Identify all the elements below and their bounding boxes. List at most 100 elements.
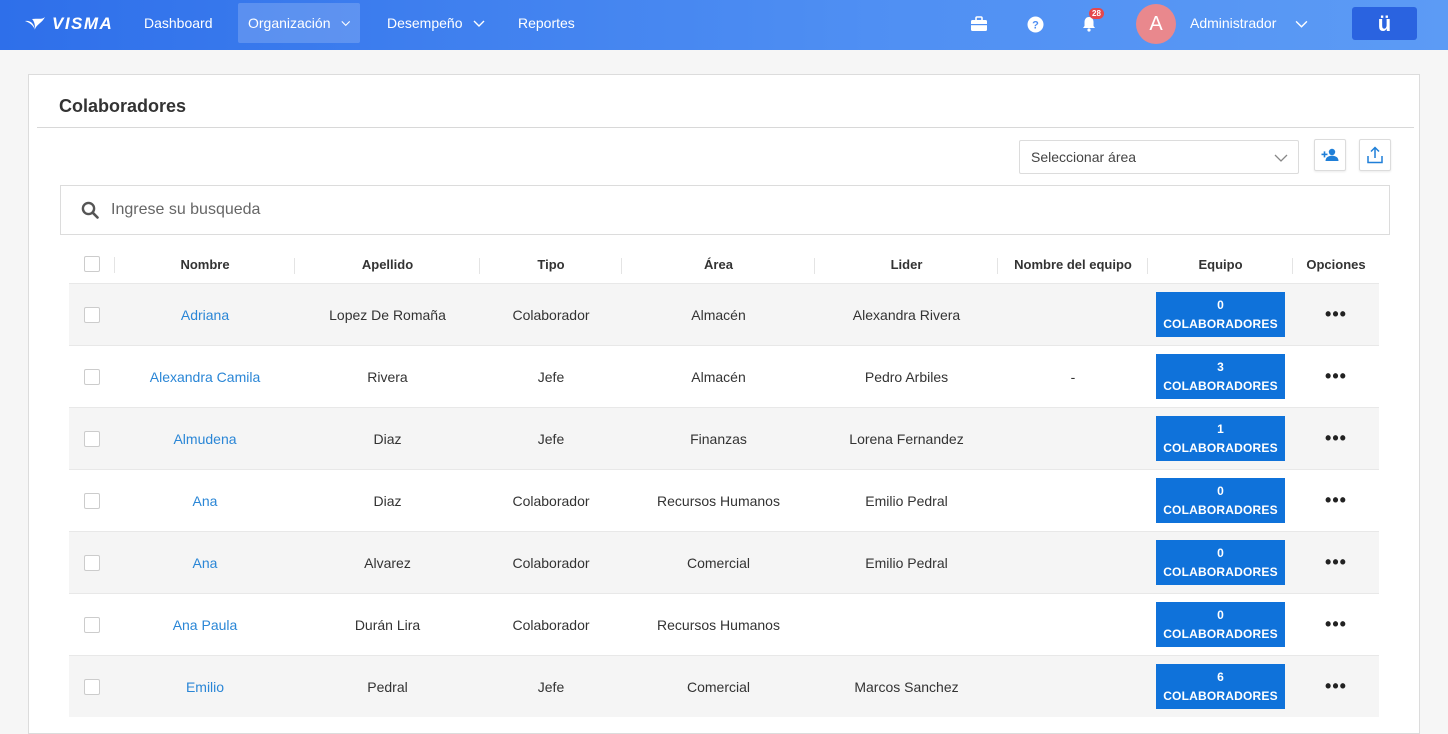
row-checkbox[interactable] xyxy=(84,616,100,633)
more-options-icon[interactable]: ••• xyxy=(1325,428,1347,448)
app-switcher-button[interactable]: ü xyxy=(1352,7,1417,40)
table-body: Adriana Lopez De Romaña Colaborador Almacén… xyxy=(69,283,1379,717)
more-options-icon[interactable]: ••• xyxy=(1325,552,1347,572)
nav-reportes-label: Reportes xyxy=(518,15,575,31)
chevron-down-icon[interactable] xyxy=(1295,17,1308,30)
cell-tipo: Colaborador xyxy=(512,616,590,633)
row-checkbox[interactable] xyxy=(84,554,100,571)
row-checkbox[interactable] xyxy=(84,430,100,447)
header-apellido[interactable]: Apellido xyxy=(295,257,480,274)
cell-nombre-link[interactable]: Adriana xyxy=(115,307,295,323)
avatar[interactable]: A xyxy=(1136,4,1176,44)
collaborators-card: Colaboradores Seleccionar área Nombre Ap… xyxy=(28,74,1420,734)
cell-area: Almacén xyxy=(691,368,746,385)
team-count: 1 xyxy=(1217,421,1224,436)
cell-nombre-link[interactable]: Ana Paula xyxy=(115,617,295,633)
row-checkbox[interactable] xyxy=(84,306,100,323)
cell-area: Recursos Humanos xyxy=(657,492,780,509)
row-select-cell xyxy=(69,306,115,323)
briefcase-button[interactable] xyxy=(967,12,991,36)
chevron-down-icon xyxy=(473,20,484,27)
cell-tipo: Jefe xyxy=(537,678,565,695)
nav-desempeno[interactable]: Desempeño xyxy=(377,3,495,43)
header-nombre-equipo[interactable]: Nombre del equipo xyxy=(998,257,1148,274)
search-icon xyxy=(81,201,99,219)
notification-count-badge: 28 xyxy=(1089,8,1104,19)
cell-apellido: Diaz xyxy=(373,492,402,509)
team-count: 0 xyxy=(1217,483,1224,498)
cell-area: Comercial xyxy=(686,554,750,571)
more-options-icon[interactable]: ••• xyxy=(1325,304,1347,324)
cell-nombre-link[interactable]: Ana xyxy=(115,555,295,571)
cell-apellido: Durán Lira xyxy=(354,616,421,633)
svg-text:?: ? xyxy=(1032,19,1039,31)
cell-equipo: 0 COLABORADORES xyxy=(1148,478,1293,523)
cell-nombre-link[interactable]: Ana xyxy=(115,493,295,509)
visma-logo[interactable]: VISMA xyxy=(24,13,113,35)
export-button[interactable] xyxy=(1359,139,1391,171)
header-area[interactable]: Área xyxy=(622,257,815,274)
more-options-icon[interactable]: ••• xyxy=(1325,366,1347,386)
more-options-icon[interactable]: ••• xyxy=(1325,490,1347,510)
header-lider[interactable]: Lider xyxy=(815,257,998,274)
nav-desempeno-label: Desempeño xyxy=(387,15,463,31)
team-members-button[interactable]: 1 COLABORADORES xyxy=(1156,416,1285,461)
user-name[interactable]: Administrador xyxy=(1190,15,1276,31)
cell-equipo: 1 COLABORADORES xyxy=(1148,416,1293,461)
team-members-button[interactable]: 0 COLABORADORES xyxy=(1156,540,1285,585)
nav-reportes[interactable]: Reportes xyxy=(508,3,585,43)
cell-equipo: 0 COLABORADORES xyxy=(1148,292,1293,337)
cell-apellido: Alvarez xyxy=(364,554,411,571)
team-count: 0 xyxy=(1217,607,1224,622)
nav-organizacion[interactable]: Organización xyxy=(238,3,360,43)
team-members-button[interactable]: 0 COLABORADORES xyxy=(1156,602,1285,647)
team-count: 3 xyxy=(1217,359,1224,374)
row-checkbox[interactable] xyxy=(84,492,100,509)
team-members-button[interactable]: 3 COLABORADORES xyxy=(1156,354,1285,399)
header-select-all xyxy=(69,256,115,273)
area-select[interactable]: Seleccionar área xyxy=(1019,140,1299,174)
cell-tipo: Jefe xyxy=(537,430,565,447)
notifications-button[interactable]: 28 xyxy=(1077,8,1104,36)
team-count: 0 xyxy=(1217,545,1224,560)
cell-area: Finanzas xyxy=(690,430,747,447)
table-row: Ana Diaz Colaborador Recursos Humanos Emilio… xyxy=(69,469,1379,531)
row-select-cell xyxy=(69,616,115,633)
cell-nombre-equipo: - xyxy=(1070,368,1076,385)
table-row: Alexandra Camila Rivera Jefe Almacén Pedro A… xyxy=(69,345,1379,407)
search-input[interactable] xyxy=(111,201,1311,219)
cell-opciones: ••• xyxy=(1293,428,1379,448)
nav-dashboard[interactable]: Dashboard xyxy=(134,3,223,43)
cell-opciones: ••• xyxy=(1293,490,1379,510)
cell-nombre-link[interactable]: Almudena xyxy=(115,431,295,447)
more-options-icon[interactable]: ••• xyxy=(1325,614,1347,634)
header-tipo[interactable]: Tipo xyxy=(480,257,622,274)
team-members-button[interactable]: 6 COLABORADORES xyxy=(1156,664,1285,709)
table-row: Adriana Lopez De Romaña Colaborador Almacén… xyxy=(69,283,1379,345)
header-nombre[interactable]: Nombre xyxy=(115,257,295,274)
help-button[interactable]: ? xyxy=(1023,12,1047,36)
nav-organizacion-label: Organización xyxy=(248,15,331,31)
cell-nombre-link[interactable]: Emilio xyxy=(115,679,295,695)
cell-apellido: Diaz xyxy=(373,430,402,447)
cell-opciones: ••• xyxy=(1293,676,1379,696)
row-checkbox[interactable] xyxy=(84,678,100,695)
team-label: COLABORADORES xyxy=(1163,316,1278,331)
cell-tipo: Colaborador xyxy=(512,306,590,323)
cell-apellido: Lopez De Romaña xyxy=(329,306,446,323)
add-user-icon xyxy=(1321,148,1339,161)
team-members-button[interactable]: 0 COLABORADORES xyxy=(1156,292,1285,337)
team-members-button[interactable]: 0 COLABORADORES xyxy=(1156,478,1285,523)
header-equipo[interactable]: Equipo xyxy=(1148,257,1293,274)
more-options-icon[interactable]: ••• xyxy=(1325,676,1347,696)
team-label: COLABORADORES xyxy=(1163,502,1278,517)
select-all-checkbox[interactable] xyxy=(84,256,100,272)
row-checkbox[interactable] xyxy=(84,368,100,385)
cell-tipo: Jefe xyxy=(537,368,565,385)
cell-lider: Lorena Fernandez xyxy=(849,430,964,447)
cell-nombre-link[interactable]: Alexandra Camila xyxy=(115,369,295,385)
cell-opciones: ••• xyxy=(1293,552,1379,572)
team-label: COLABORADORES xyxy=(1163,440,1278,455)
add-user-button[interactable] xyxy=(1314,139,1346,171)
briefcase-icon xyxy=(971,16,987,31)
